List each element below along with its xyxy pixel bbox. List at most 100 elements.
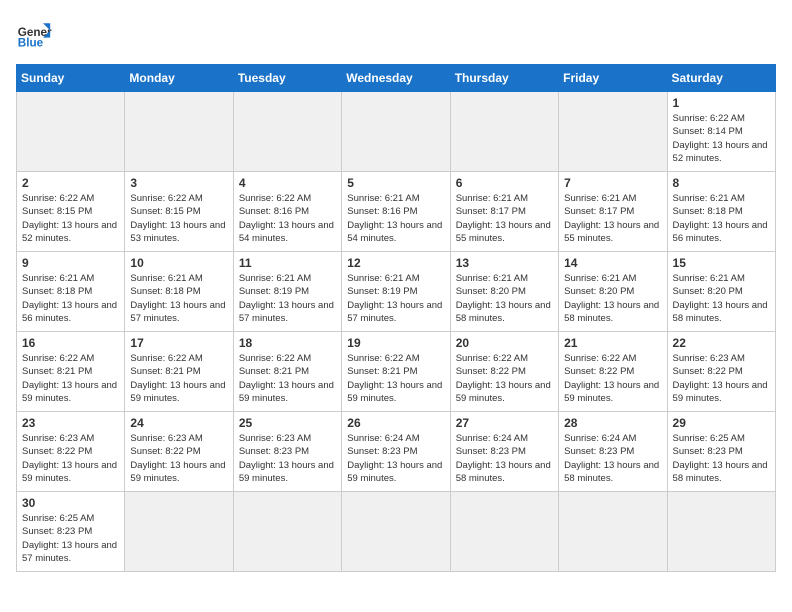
calendar-day — [17, 92, 125, 172]
day-info: Sunrise: 6:21 AM Sunset: 8:18 PM Dayligh… — [673, 192, 770, 245]
calendar-day: 17 Sunrise: 6:22 AM Sunset: 8:21 PM Dayl… — [125, 332, 233, 412]
calendar-day — [559, 492, 667, 572]
day-number: 7 — [564, 176, 661, 190]
calendar-day: 13 Sunrise: 6:21 AM Sunset: 8:20 PM Dayl… — [450, 252, 558, 332]
day-info: Sunrise: 6:22 AM Sunset: 8:21 PM Dayligh… — [22, 352, 119, 405]
day-info: Sunrise: 6:21 AM Sunset: 8:17 PM Dayligh… — [564, 192, 661, 245]
day-info: Sunrise: 6:21 AM Sunset: 8:17 PM Dayligh… — [456, 192, 553, 245]
weekday-header-friday: Friday — [559, 65, 667, 92]
day-number: 19 — [347, 336, 444, 350]
day-number: 21 — [564, 336, 661, 350]
day-info: Sunrise: 6:21 AM Sunset: 8:20 PM Dayligh… — [564, 272, 661, 325]
calendar-day — [450, 92, 558, 172]
calendar-day: 29 Sunrise: 6:25 AM Sunset: 8:23 PM Dayl… — [667, 412, 775, 492]
day-number: 8 — [673, 176, 770, 190]
calendar-day: 20 Sunrise: 6:22 AM Sunset: 8:22 PM Dayl… — [450, 332, 558, 412]
calendar-day: 30 Sunrise: 6:25 AM Sunset: 8:23 PM Dayl… — [17, 492, 125, 572]
day-number: 27 — [456, 416, 553, 430]
calendar-day: 6 Sunrise: 6:21 AM Sunset: 8:17 PM Dayli… — [450, 172, 558, 252]
calendar-day: 5 Sunrise: 6:21 AM Sunset: 8:16 PM Dayli… — [342, 172, 450, 252]
calendar-day: 24 Sunrise: 6:23 AM Sunset: 8:22 PM Dayl… — [125, 412, 233, 492]
day-number: 24 — [130, 416, 227, 430]
day-info: Sunrise: 6:21 AM Sunset: 8:19 PM Dayligh… — [347, 272, 444, 325]
page-header: General Blue — [16, 16, 776, 52]
day-info: Sunrise: 6:22 AM Sunset: 8:22 PM Dayligh… — [456, 352, 553, 405]
day-info: Sunrise: 6:25 AM Sunset: 8:23 PM Dayligh… — [22, 512, 119, 565]
day-number: 26 — [347, 416, 444, 430]
day-info: Sunrise: 6:24 AM Sunset: 8:23 PM Dayligh… — [347, 432, 444, 485]
day-number: 25 — [239, 416, 336, 430]
calendar-day — [233, 92, 341, 172]
calendar-week-4: 16 Sunrise: 6:22 AM Sunset: 8:21 PM Dayl… — [17, 332, 776, 412]
day-number: 9 — [22, 256, 119, 270]
day-number: 4 — [239, 176, 336, 190]
calendar-day — [667, 492, 775, 572]
day-info: Sunrise: 6:23 AM Sunset: 8:22 PM Dayligh… — [22, 432, 119, 485]
day-number: 22 — [673, 336, 770, 350]
calendar-day: 26 Sunrise: 6:24 AM Sunset: 8:23 PM Dayl… — [342, 412, 450, 492]
day-info: Sunrise: 6:25 AM Sunset: 8:23 PM Dayligh… — [673, 432, 770, 485]
svg-text:Blue: Blue — [18, 37, 44, 50]
calendar-day: 18 Sunrise: 6:22 AM Sunset: 8:21 PM Dayl… — [233, 332, 341, 412]
calendar-day: 25 Sunrise: 6:23 AM Sunset: 8:23 PM Dayl… — [233, 412, 341, 492]
day-number: 28 — [564, 416, 661, 430]
day-info: Sunrise: 6:22 AM Sunset: 8:16 PM Dayligh… — [239, 192, 336, 245]
calendar-day: 15 Sunrise: 6:21 AM Sunset: 8:20 PM Dayl… — [667, 252, 775, 332]
calendar-day: 7 Sunrise: 6:21 AM Sunset: 8:17 PM Dayli… — [559, 172, 667, 252]
day-number: 5 — [347, 176, 444, 190]
calendar-day: 2 Sunrise: 6:22 AM Sunset: 8:15 PM Dayli… — [17, 172, 125, 252]
calendar-day — [342, 92, 450, 172]
calendar-day: 14 Sunrise: 6:21 AM Sunset: 8:20 PM Dayl… — [559, 252, 667, 332]
day-info: Sunrise: 6:21 AM Sunset: 8:16 PM Dayligh… — [347, 192, 444, 245]
logo: General Blue — [16, 16, 52, 52]
day-number: 23 — [22, 416, 119, 430]
logo-icon: General Blue — [16, 16, 52, 52]
day-info: Sunrise: 6:21 AM Sunset: 8:20 PM Dayligh… — [673, 272, 770, 325]
calendar-day: 23 Sunrise: 6:23 AM Sunset: 8:22 PM Dayl… — [17, 412, 125, 492]
day-number: 3 — [130, 176, 227, 190]
calendar-week-5: 23 Sunrise: 6:23 AM Sunset: 8:22 PM Dayl… — [17, 412, 776, 492]
weekday-header-tuesday: Tuesday — [233, 65, 341, 92]
day-number: 6 — [456, 176, 553, 190]
day-info: Sunrise: 6:22 AM Sunset: 8:22 PM Dayligh… — [564, 352, 661, 405]
day-number: 17 — [130, 336, 227, 350]
calendar-week-2: 2 Sunrise: 6:22 AM Sunset: 8:15 PM Dayli… — [17, 172, 776, 252]
calendar-day — [125, 492, 233, 572]
day-info: Sunrise: 6:22 AM Sunset: 8:15 PM Dayligh… — [22, 192, 119, 245]
calendar-day — [342, 492, 450, 572]
day-number: 13 — [456, 256, 553, 270]
weekday-header-saturday: Saturday — [667, 65, 775, 92]
day-info: Sunrise: 6:22 AM Sunset: 8:21 PM Dayligh… — [239, 352, 336, 405]
calendar-day: 27 Sunrise: 6:24 AM Sunset: 8:23 PM Dayl… — [450, 412, 558, 492]
calendar-day: 4 Sunrise: 6:22 AM Sunset: 8:16 PM Dayli… — [233, 172, 341, 252]
day-number: 16 — [22, 336, 119, 350]
weekday-header-row: SundayMondayTuesdayWednesdayThursdayFrid… — [17, 65, 776, 92]
day-number: 29 — [673, 416, 770, 430]
day-info: Sunrise: 6:22 AM Sunset: 8:21 PM Dayligh… — [130, 352, 227, 405]
day-number: 20 — [456, 336, 553, 350]
weekday-header-thursday: Thursday — [450, 65, 558, 92]
day-number: 10 — [130, 256, 227, 270]
calendar-day — [125, 92, 233, 172]
calendar-day — [450, 492, 558, 572]
calendar-week-3: 9 Sunrise: 6:21 AM Sunset: 8:18 PM Dayli… — [17, 252, 776, 332]
calendar-table: SundayMondayTuesdayWednesdayThursdayFrid… — [16, 64, 776, 572]
day-info: Sunrise: 6:23 AM Sunset: 8:23 PM Dayligh… — [239, 432, 336, 485]
day-number: 15 — [673, 256, 770, 270]
calendar-day: 16 Sunrise: 6:22 AM Sunset: 8:21 PM Dayl… — [17, 332, 125, 412]
day-info: Sunrise: 6:23 AM Sunset: 8:22 PM Dayligh… — [673, 352, 770, 405]
day-info: Sunrise: 6:22 AM Sunset: 8:21 PM Dayligh… — [347, 352, 444, 405]
calendar-day: 28 Sunrise: 6:24 AM Sunset: 8:23 PM Dayl… — [559, 412, 667, 492]
calendar-week-1: 1 Sunrise: 6:22 AM Sunset: 8:14 PM Dayli… — [17, 92, 776, 172]
calendar-day: 11 Sunrise: 6:21 AM Sunset: 8:19 PM Dayl… — [233, 252, 341, 332]
day-number: 11 — [239, 256, 336, 270]
weekday-header-wednesday: Wednesday — [342, 65, 450, 92]
day-info: Sunrise: 6:23 AM Sunset: 8:22 PM Dayligh… — [130, 432, 227, 485]
day-info: Sunrise: 6:22 AM Sunset: 8:14 PM Dayligh… — [673, 112, 770, 165]
calendar-day — [233, 492, 341, 572]
day-info: Sunrise: 6:21 AM Sunset: 8:18 PM Dayligh… — [130, 272, 227, 325]
day-number: 1 — [673, 96, 770, 110]
calendar-day: 21 Sunrise: 6:22 AM Sunset: 8:22 PM Dayl… — [559, 332, 667, 412]
day-number: 14 — [564, 256, 661, 270]
day-number: 12 — [347, 256, 444, 270]
